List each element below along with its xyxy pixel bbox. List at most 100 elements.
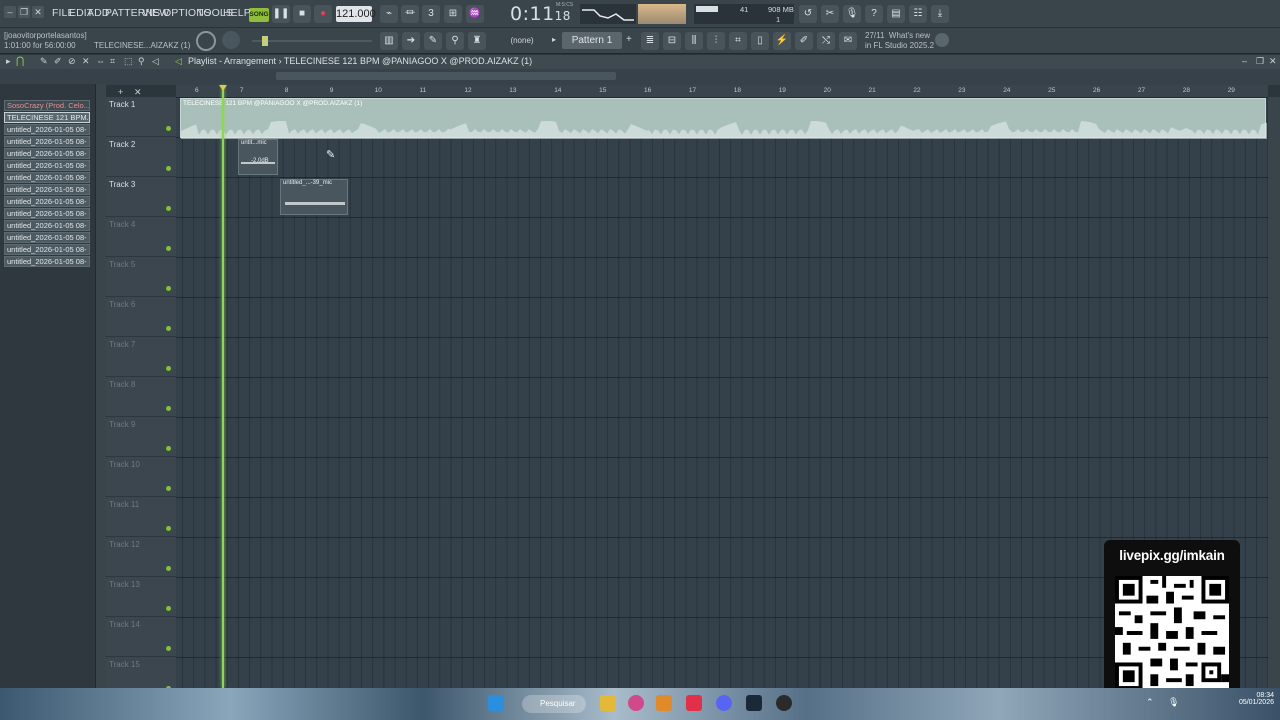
track-led-icon[interactable] xyxy=(166,526,171,531)
browser-item[interactable]: untitled_2026-01-05 08- xyxy=(4,220,90,231)
taskbar-search[interactable]: Pesquisar xyxy=(522,695,586,713)
browser-item[interactable]: untitled_2026-01-05 08- xyxy=(4,208,90,219)
mixer-icon[interactable]: ☷ xyxy=(909,5,927,23)
browser-item[interactable]: untitled_2026-01-05 08- xyxy=(4,160,90,171)
track-led-icon[interactable] xyxy=(166,406,171,411)
save-icon[interactable]: ▤ xyxy=(887,5,905,23)
track-header[interactable]: Track 5 xyxy=(106,257,176,297)
pause-button[interactable]: ❚❚ xyxy=(272,5,290,23)
track-header[interactable]: Track 10 xyxy=(106,457,176,497)
browser-item[interactable]: untitled_2026-01-05 08- xyxy=(4,256,90,267)
pattern-prev-icon[interactable]: ▸ xyxy=(552,35,556,44)
browser-item[interactable]: untitled_2026-01-05 08- xyxy=(4,184,90,195)
vertical-scrollbar[interactable] xyxy=(1268,97,1280,688)
master-slider[interactable] xyxy=(252,40,372,42)
playlist-icon[interactable]: ≣ xyxy=(641,32,659,50)
track-header[interactable]: Track 13 xyxy=(106,577,176,617)
channel-rack-icon[interactable]: ⊟ xyxy=(663,32,681,50)
microphone-icon[interactable]: 🎙 xyxy=(843,5,861,23)
clipboard-icon[interactable]: ▯ xyxy=(751,32,769,50)
browser-item[interactable]: untitled_2026-01-05 08- xyxy=(4,148,90,159)
track-header[interactable]: Track 12 xyxy=(106,537,176,577)
track-led-icon[interactable] xyxy=(166,206,171,211)
close-window-icon[interactable]: ✕ xyxy=(32,6,44,18)
browser-item[interactable]: untitled_2026-01-05 08- xyxy=(4,124,90,135)
select-tool-icon[interactable]: ⬚ xyxy=(124,56,133,67)
playlist-minimize-icon[interactable]: – xyxy=(1242,56,1247,66)
news-icon[interactable]: ✉ xyxy=(839,32,857,50)
wait-input-icon[interactable]: ⏛ xyxy=(401,5,419,23)
track-header[interactable]: Track 7 xyxy=(106,337,176,377)
music-app-icon[interactable] xyxy=(686,695,702,711)
track-header[interactable]: Track 8 xyxy=(106,377,176,417)
master-pitch-knob[interactable] xyxy=(222,31,240,49)
pattern-play-icon[interactable]: ◁ xyxy=(175,56,182,67)
help-icon[interactable]: ? xyxy=(865,5,883,23)
plugin-icon[interactable]: ⚡ xyxy=(773,32,791,50)
file-explorer-icon[interactable] xyxy=(600,695,616,711)
track-led-icon[interactable] xyxy=(166,486,171,491)
track-header[interactable]: Track 3 xyxy=(106,177,176,217)
playback-tool-icon[interactable]: ◁ xyxy=(152,56,159,67)
shuffle-icon[interactable]: ⤭ xyxy=(817,32,835,50)
tray-mic-icon[interactable]: 🎙 xyxy=(1168,697,1179,708)
song-mode-button[interactable]: SONG xyxy=(249,8,269,22)
record-button[interactable]: ● xyxy=(314,5,332,23)
pencil-icon[interactable]: ✎ xyxy=(424,32,442,50)
timeline-ruler[interactable] xyxy=(176,85,1268,97)
track-led-icon[interactable] xyxy=(166,326,171,331)
add-track-icon[interactable]: + xyxy=(118,87,123,97)
browser-item[interactable]: TELECINESE 121 BPM... xyxy=(4,112,90,123)
fl-studio-icon[interactable] xyxy=(656,695,672,711)
playlist-maximize-icon[interactable]: ❐ xyxy=(1256,56,1264,67)
track-led-icon[interactable] xyxy=(166,286,171,291)
playhead-line[interactable] xyxy=(222,85,224,688)
audio-clip-main[interactable]: TELECINESE 121 BPM @PANIAGOO X @PROD.AIZ… xyxy=(180,98,1267,139)
horizontal-scrollbar[interactable] xyxy=(276,72,616,80)
track-header[interactable]: Track 14 xyxy=(106,617,176,657)
master-slider-handle[interactable] xyxy=(262,36,268,46)
opera-icon[interactable] xyxy=(628,695,644,711)
track-led-icon[interactable] xyxy=(166,246,171,251)
discord-icon[interactable] xyxy=(716,695,732,711)
restore-window-icon[interactable]: ❐ xyxy=(18,6,30,18)
news-subtitle[interactable]: in FL Studio 2025.2 xyxy=(865,41,934,50)
tempo-display[interactable]: 121.000 xyxy=(336,6,376,22)
tray-chevron-icon[interactable]: ⌃ xyxy=(1146,697,1154,708)
track-header[interactable]: Track 6 xyxy=(106,297,176,337)
app-icon[interactable] xyxy=(776,695,792,711)
step-edit-icon[interactable]: ⊞ xyxy=(444,5,462,23)
browser-item[interactable]: SosoCrazy (Prod. Celo... xyxy=(4,100,90,111)
mixer-window-icon[interactable]: ⫼ xyxy=(685,32,703,50)
snap-select[interactable]: (none) xyxy=(500,34,544,48)
track-header[interactable]: Track 1 xyxy=(106,97,176,137)
playhead-marker-icon[interactable] xyxy=(219,85,227,91)
piano-roll-icon[interactable]: ▥ xyxy=(380,32,398,50)
browser-item[interactable]: untitled_2026-01-05 08- xyxy=(4,196,90,207)
cut-icon[interactable]: ✂ xyxy=(821,5,839,23)
track-led-icon[interactable] xyxy=(166,166,171,171)
track-header[interactable]: Track 4 xyxy=(106,217,176,257)
track-led-icon[interactable] xyxy=(166,446,171,451)
browser-item[interactable]: untitled_2026-01-05 08- xyxy=(4,172,90,183)
brush-icon[interactable]: ✐ xyxy=(795,32,813,50)
steam-icon[interactable] xyxy=(746,695,762,711)
taskbar-clock[interactable]: 08:34 05/01/2026 xyxy=(1228,692,1274,706)
slice-tool-icon[interactable]: ⌗ xyxy=(110,56,115,67)
slip-tool-icon[interactable]: ⇔ xyxy=(96,56,105,66)
audio-clip-track3[interactable]: untitled_...-39_mic xyxy=(280,179,348,215)
windows-start-icon[interactable] xyxy=(488,695,504,711)
blend-notes-icon[interactable]: ♒ xyxy=(466,5,484,23)
audio-clip-track2[interactable]: untit...mic -2.0dB xyxy=(238,139,278,175)
draw-tool-icon[interactable]: ✎ xyxy=(40,56,48,67)
track-header[interactable]: Track 2 xyxy=(106,137,176,177)
stamp-icon[interactable]: ♜ xyxy=(468,32,486,50)
add-pattern-icon[interactable]: + xyxy=(626,34,632,45)
track-led-icon[interactable] xyxy=(166,606,171,611)
download-icon[interactable]: ⤓ xyxy=(931,5,949,23)
track-led-icon[interactable] xyxy=(166,126,171,131)
zoom-tool-icon[interactable]: ⚲ xyxy=(138,56,145,67)
magnet-snap-icon[interactable]: ⋂ xyxy=(16,56,24,67)
track-led-icon[interactable] xyxy=(166,566,171,571)
paint-tool-icon[interactable]: ✐ xyxy=(54,56,62,67)
